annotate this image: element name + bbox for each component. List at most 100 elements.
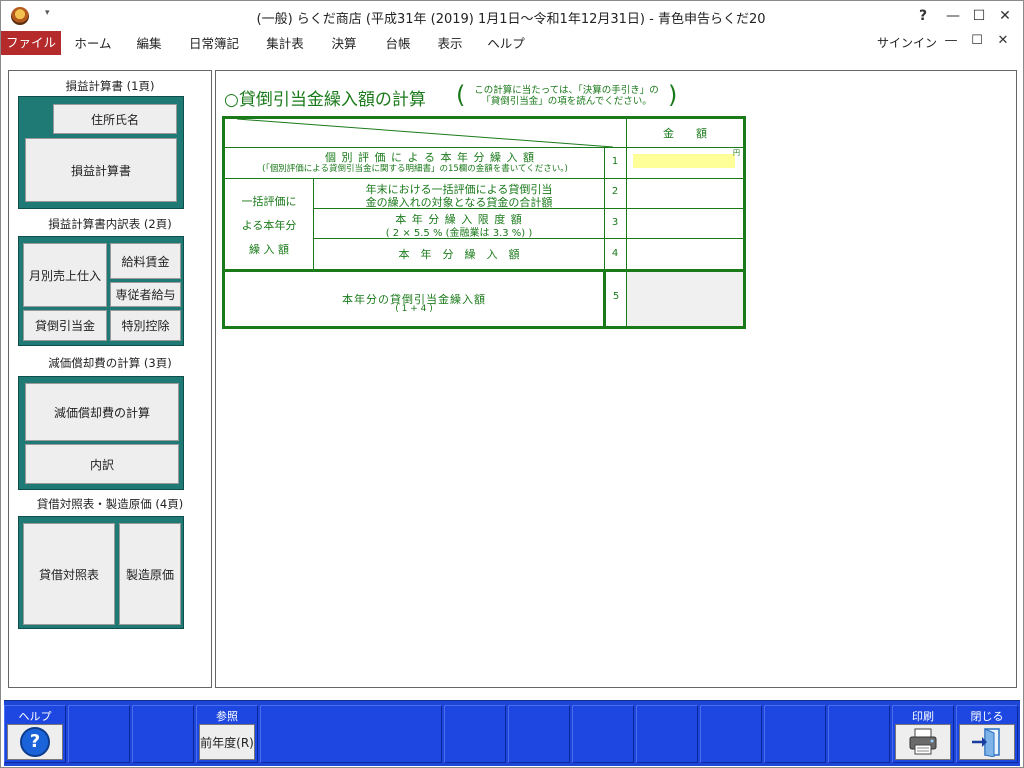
close-button[interactable]: ✕ bbox=[991, 5, 1019, 27]
calc-note: この計算に当たっては、「決算の手引き」の 「貸倒引当金」の項を読んでください。 bbox=[469, 85, 664, 107]
menu-file[interactable]: ファイル bbox=[1, 31, 61, 55]
row3-label-line2: ( 2 × 5.5 % (金融業は 3.3 %) ) bbox=[385, 228, 533, 239]
row5-label-line2: ( 1 + 4 ) bbox=[395, 304, 433, 314]
row1-sublabel: (「個別評価による貸倒引当金に関する明細書」の15欄の金額を書いてください。) bbox=[262, 164, 568, 174]
row3-number: 3 bbox=[611, 217, 619, 228]
address-name-button[interactable]: 住所氏名 bbox=[53, 104, 177, 134]
menu-daily-bookkeeping[interactable]: 日常簿記 bbox=[181, 33, 247, 55]
fkey-help-label: ヘルプ bbox=[18, 710, 52, 723]
row2-amount-cell[interactable] bbox=[627, 179, 743, 208]
menu-help[interactable]: ヘルプ bbox=[481, 33, 531, 55]
note-close-paren: ) bbox=[668, 81, 678, 109]
fkey-empty-10 bbox=[700, 705, 762, 763]
fkey-empty-2 bbox=[68, 705, 130, 763]
bad-debt-calc-panel: ○貸倒引当金繰入額の計算 ( この計算に当たっては、「決算の手引き」の 「貸倒引… bbox=[215, 70, 1017, 688]
amount-header: 金 額 bbox=[663, 127, 707, 140]
group-label-line1: 一括評価に bbox=[241, 195, 297, 208]
menu-settlement[interactable]: 決算 bbox=[321, 33, 367, 55]
row2-label-line2: 金の繰入れの対象となる貸金の合計額 bbox=[365, 196, 553, 209]
ribbon-minimize-button[interactable]: — bbox=[941, 33, 961, 48]
help-question-icon: ? bbox=[20, 727, 50, 757]
fkey-close-slot: 閉じる bbox=[956, 705, 1018, 763]
calc-title: ○貸倒引当金繰入額の計算 bbox=[224, 90, 426, 110]
fkey-close-label: 閉じる bbox=[970, 710, 1004, 723]
fkey-empty-11 bbox=[764, 705, 826, 763]
section-depreciation-label: 減価償却費の計算 (3頁) bbox=[48, 356, 172, 370]
header-bottom-line bbox=[225, 147, 743, 148]
special-deduction-button[interactable]: 特別控除 bbox=[110, 310, 181, 341]
balance-sheet-button[interactable]: 貸借対照表 bbox=[23, 523, 115, 625]
section-depreciation-group: 減価償却費の計算 内訳 bbox=[18, 376, 184, 490]
section-pl-detail-label: 損益計算書内訳表 (2頁) bbox=[48, 217, 172, 231]
family-employee-salary-button[interactable]: 専従者給与 bbox=[110, 282, 181, 307]
fkey-print-slot: 印刷 bbox=[892, 705, 954, 763]
print-button[interactable] bbox=[895, 724, 951, 760]
prev-year-button[interactable]: 前年度(R) bbox=[199, 724, 255, 760]
row1-amount-input[interactable] bbox=[633, 154, 735, 168]
depreciation-breakdown-button[interactable]: 内訳 bbox=[25, 444, 179, 484]
calc-table: 金 額 個 別 評 価 に よ る 本 年 分 繰 入 額 (「個別評価による貸… bbox=[222, 116, 746, 329]
profit-loss-button[interactable]: 損益計算書 bbox=[25, 138, 177, 202]
app-window: ▾ (一般) らくだ商店 (平成31年 (2019) 1月1日～令和1年12月3… bbox=[0, 0, 1024, 768]
fkey-empty-6 bbox=[444, 705, 506, 763]
window-title: (一般) らくだ商店 (平成31年 (2019) 1月1日～令和1年12月31日… bbox=[256, 12, 766, 27]
close-screen-button[interactable] bbox=[959, 724, 1015, 760]
salary-wages-button[interactable]: 給料賃金 bbox=[110, 243, 181, 279]
function-key-bar: ヘルプ ? 参照 前年度(R) 印刷 閉じる bbox=[4, 700, 1020, 766]
help-icon[interactable]: ? bbox=[909, 5, 937, 27]
fkey-empty-3 bbox=[132, 705, 194, 763]
row4-number: 4 bbox=[611, 248, 619, 259]
group-label-line2: よる本年分 bbox=[241, 219, 297, 232]
group-label-line3: 繰 入 額 bbox=[249, 243, 289, 256]
row5-number: 5 bbox=[612, 291, 620, 302]
section-balance-sheet-group: 貸借対照表 製造原価 bbox=[18, 516, 184, 629]
signin-link[interactable]: サインイン bbox=[877, 34, 937, 51]
section-pl-detail-group: 月別売上仕入 給料賃金 専従者給与 貸倒引当金 特別控除 bbox=[18, 236, 184, 346]
yen-unit: 円 bbox=[733, 149, 740, 157]
exit-door-icon bbox=[972, 728, 1000, 757]
row1-number: 1 bbox=[611, 156, 619, 167]
row5-amount-cell bbox=[627, 272, 743, 326]
maximize-button[interactable]: ☐ bbox=[965, 5, 993, 27]
header-diagonal bbox=[236, 119, 613, 148]
menu-home[interactable]: ホーム bbox=[67, 33, 119, 55]
ribbon-close-button[interactable]: ✕ bbox=[993, 33, 1013, 48]
fkey-empty-12 bbox=[828, 705, 890, 763]
quick-access-dropdown-icon[interactable]: ▾ bbox=[45, 8, 50, 18]
fkey-empty-5 bbox=[260, 705, 442, 763]
fkey-ref-slot: 参照 前年度(R) bbox=[196, 705, 258, 763]
fkey-empty-8 bbox=[572, 705, 634, 763]
printer-icon bbox=[909, 728, 937, 755]
menu-bar: ファイル ホーム 編集 日常簿記 集計表 決算 台帳 表示 ヘルプ サインイン … bbox=[1, 31, 1023, 55]
manufacturing-cost-button[interactable]: 製造原価 bbox=[119, 523, 181, 625]
menu-summary[interactable]: 集計表 bbox=[257, 33, 313, 55]
fkey-empty-9 bbox=[636, 705, 698, 763]
title-bar: ▾ (一般) らくだ商店 (平成31年 (2019) 1月1日～令和1年12月3… bbox=[1, 1, 1023, 31]
fkey-help-slot: ヘルプ ? bbox=[4, 705, 66, 763]
group-col-line bbox=[313, 178, 314, 271]
help-button[interactable]: ? bbox=[7, 724, 63, 760]
bad-debt-reserve-button[interactable]: 貸倒引当金 bbox=[23, 310, 107, 341]
ribbon-restore-button[interactable]: ☐ bbox=[967, 33, 987, 48]
minimize-button[interactable]: — bbox=[939, 5, 967, 27]
fkey-print-label: 印刷 bbox=[912, 710, 934, 723]
depreciation-calc-button[interactable]: 減価償却費の計算 bbox=[25, 383, 179, 441]
row4-amount-cell[interactable] bbox=[627, 239, 743, 269]
fkey-empty-7 bbox=[508, 705, 570, 763]
report-navigation-panel: 損益計算書 (1頁) 住所氏名 損益計算書 損益計算書内訳表 (2頁) 月別売上… bbox=[8, 70, 212, 688]
app-logo-icon[interactable] bbox=[11, 7, 29, 25]
row2-number: 2 bbox=[611, 186, 619, 197]
calc-note-line2: 「貸倒引当金」の項を読んでください。 bbox=[481, 96, 652, 107]
row4-label: 本 年 分 繰 入 額 bbox=[398, 248, 520, 261]
section-pl-label: 損益計算書 (1頁) bbox=[65, 79, 155, 93]
section-balance-sheet-label: 貸借対照表・製造原価 (4頁) bbox=[36, 497, 184, 511]
menu-edit[interactable]: 編集 bbox=[125, 33, 173, 55]
monthly-sales-purchase-button[interactable]: 月別売上仕入 bbox=[23, 243, 107, 307]
calc-note-line1: この計算に当たっては、「決算の手引き」の bbox=[474, 85, 659, 96]
fkey-ref-label: 参照 bbox=[216, 710, 238, 723]
row3-amount-cell[interactable] bbox=[627, 209, 743, 238]
note-open-paren: ( bbox=[456, 81, 466, 109]
menu-view[interactable]: 表示 bbox=[427, 33, 473, 55]
section-pl-group: 住所氏名 損益計算書 bbox=[18, 96, 184, 209]
menu-ledger[interactable]: 台帳 bbox=[375, 33, 421, 55]
